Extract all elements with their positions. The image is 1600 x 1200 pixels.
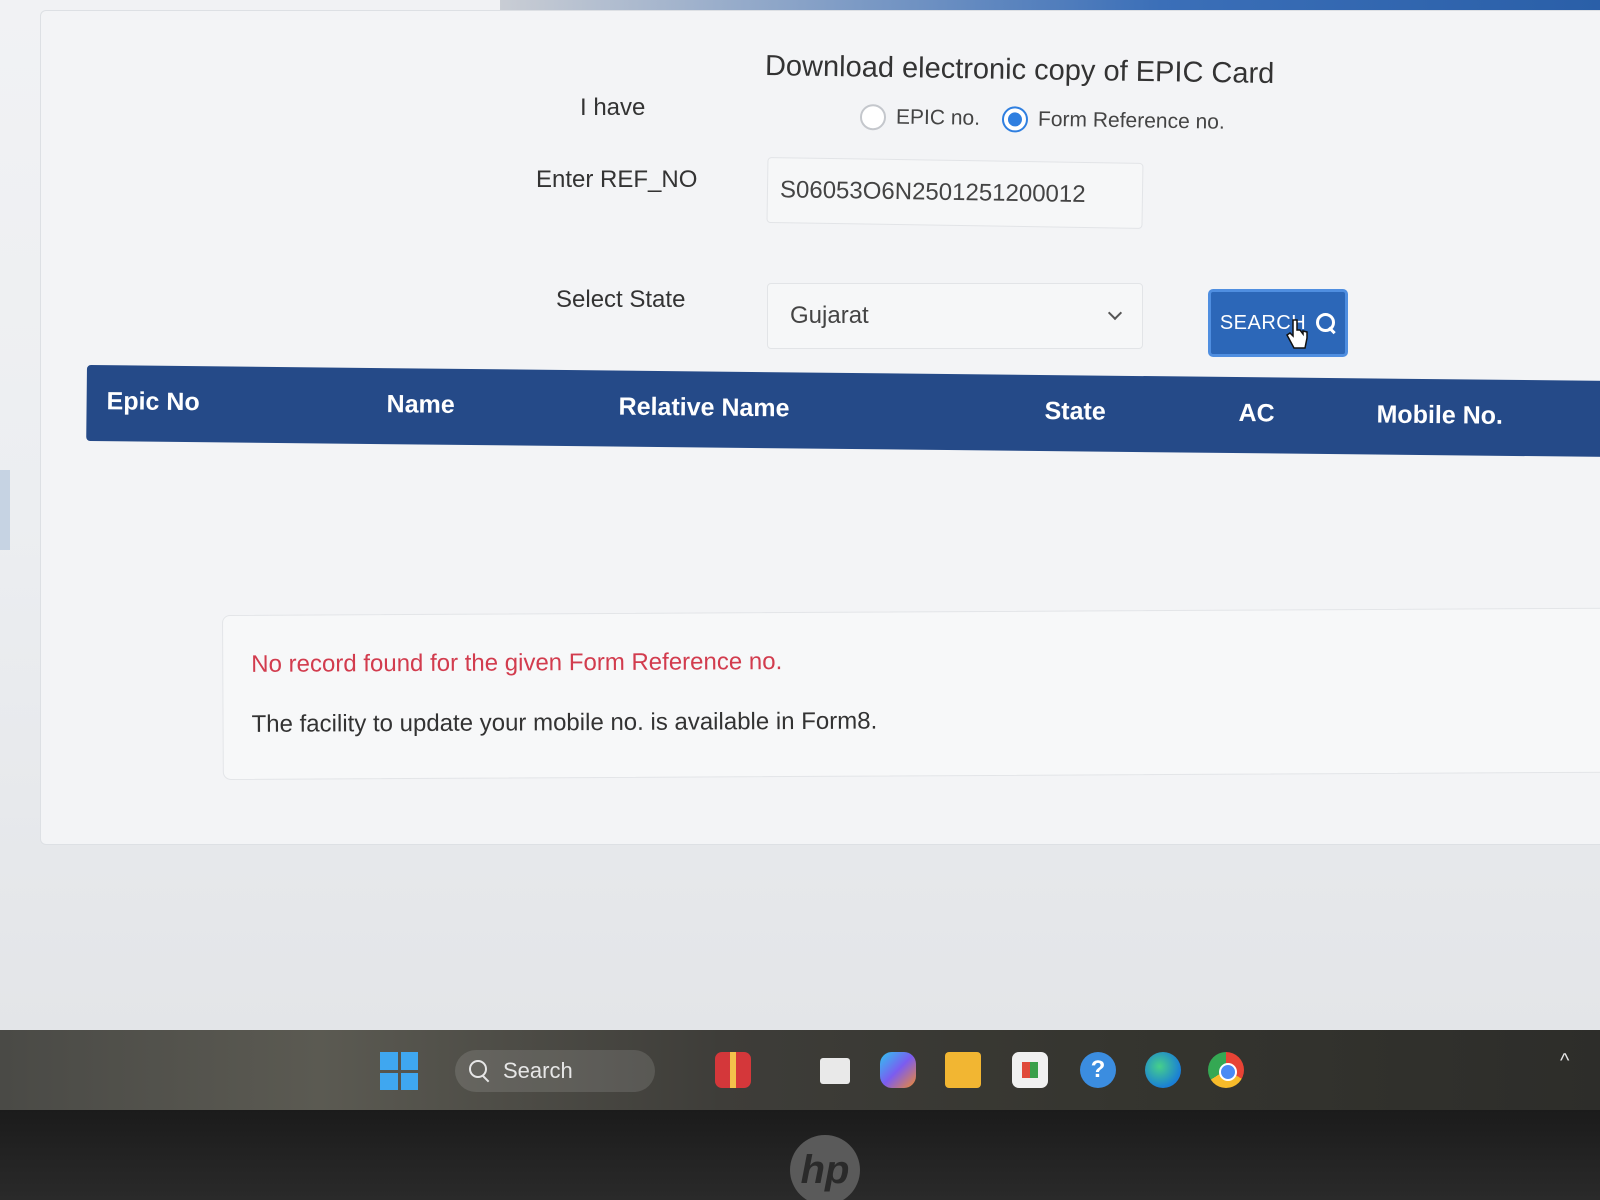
column-state: State xyxy=(1044,397,1106,426)
tray-chevron-icon[interactable]: ^ xyxy=(1560,1050,1569,1073)
help-icon[interactable]: ? xyxy=(1080,1052,1116,1088)
windows-start-icon[interactable] xyxy=(380,1052,418,1090)
taskbar-search-label: Search xyxy=(503,1058,573,1083)
state-select-value: Gujarat xyxy=(790,302,869,329)
ref-no-input[interactable] xyxy=(766,157,1144,229)
edge-icon[interactable] xyxy=(1145,1052,1181,1088)
browser-viewport: Download electronic copy of EPIC Card I … xyxy=(0,0,1600,1030)
files-icon[interactable] xyxy=(820,1058,850,1084)
store-icon[interactable] xyxy=(1012,1052,1048,1088)
search-icon xyxy=(469,1060,491,1082)
left-edge-accent xyxy=(0,470,10,550)
gift-icon[interactable] xyxy=(715,1052,751,1088)
column-relative-name: Relative Name xyxy=(618,392,790,423)
chrome-icon[interactable] xyxy=(1208,1052,1244,1088)
column-ac: AC xyxy=(1238,399,1275,428)
result-message-box: No record found for the given Form Refer… xyxy=(222,607,1600,780)
radio-form-reference-no-label[interactable]: Form Reference no. xyxy=(1038,108,1225,135)
hp-logo: hp xyxy=(790,1135,860,1200)
radio-epic-no-label[interactable]: EPIC no. xyxy=(896,106,980,131)
form8-info-text: The facility to update your mobile no. i… xyxy=(251,707,878,738)
state-select[interactable]: Gujarat xyxy=(767,283,1143,349)
no-record-error: No record found for the given Form Refer… xyxy=(251,648,783,678)
hand-cursor-icon xyxy=(1286,319,1308,349)
chevron-down-icon xyxy=(1107,305,1123,321)
results-table-header: Epic No Name Relative Name State AC Mobi… xyxy=(86,365,1600,457)
windows-taskbar: Search ? ^ xyxy=(0,1030,1600,1110)
column-epic-no: Epic No xyxy=(106,387,200,417)
search-icon xyxy=(1316,313,1336,333)
radio-epic-no[interactable] xyxy=(859,104,887,131)
folder-icon[interactable] xyxy=(945,1052,981,1088)
select-state-label: Select State xyxy=(556,286,686,313)
column-name: Name xyxy=(386,390,455,419)
radio-form-reference-no[interactable] xyxy=(1001,106,1029,133)
column-mobile-no: Mobile No. xyxy=(1376,400,1504,430)
taskbar-search[interactable]: Search xyxy=(455,1050,655,1092)
search-button[interactable]: SEARCH xyxy=(1208,289,1348,357)
copilot-icon[interactable] xyxy=(880,1052,916,1088)
ref-no-label: Enter REF_NO xyxy=(536,166,698,193)
i-have-label: I have xyxy=(580,94,646,121)
